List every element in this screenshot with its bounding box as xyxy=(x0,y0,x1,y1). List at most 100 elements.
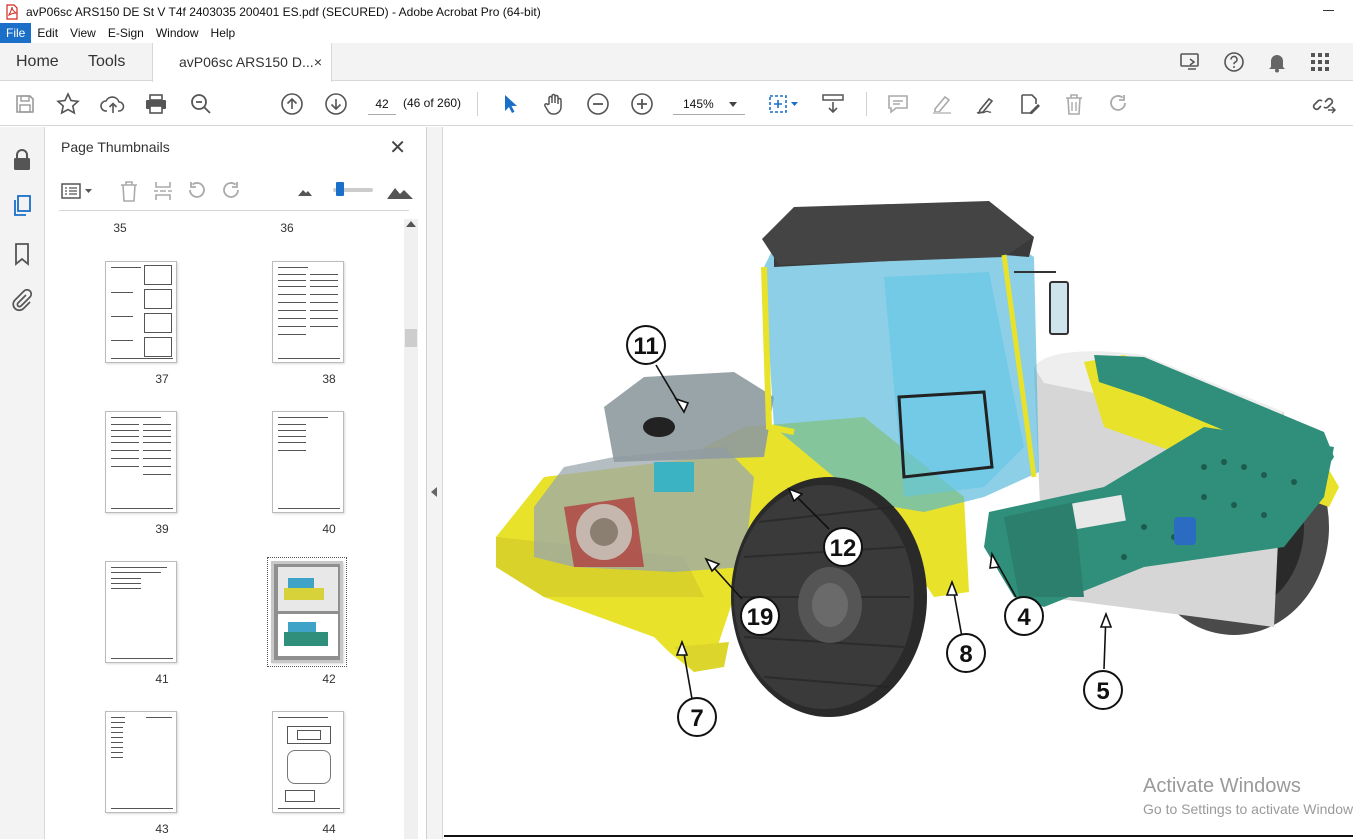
highlight-pen-icon[interactable] xyxy=(929,91,955,117)
callout-label: 7 xyxy=(690,705,703,732)
menu-help[interactable]: Help xyxy=(205,23,242,43)
scroll-up-arrow-icon[interactable] xyxy=(406,221,416,227)
scrollbar-thumb[interactable] xyxy=(405,329,417,347)
apps-grid-icon[interactable] xyxy=(1307,49,1333,75)
thumbnail-page-40[interactable]: 40 xyxy=(247,411,367,561)
share-link-icon[interactable] xyxy=(1311,91,1337,117)
thumbnail-image xyxy=(105,411,177,513)
tab-document[interactable]: avP06sc ARS150 D... × xyxy=(152,43,332,82)
thumbnail-page-37[interactable]: 37 xyxy=(80,261,200,411)
left-navigation-rail xyxy=(0,127,45,839)
callout-label: 12 xyxy=(830,535,857,562)
select-cursor-icon[interactable] xyxy=(497,91,523,117)
menu-view[interactable]: View xyxy=(64,23,102,43)
slider-knob[interactable] xyxy=(336,182,344,196)
thumbnail-options-menu-icon[interactable] xyxy=(59,179,95,203)
thumbnail-page-41[interactable]: 41 xyxy=(80,561,200,711)
callout-label: 11 xyxy=(633,333,658,360)
windows-activation-watermark-title: Activate Windows xyxy=(1143,775,1301,797)
tab-document-label: avP06sc ARS150 D... xyxy=(179,54,314,70)
rotate-right-icon[interactable] xyxy=(219,179,243,203)
thumbnail-label: 43 xyxy=(155,822,169,836)
delete-trash-icon[interactable] xyxy=(1061,91,1087,117)
zoom-in-icon[interactable] xyxy=(629,91,655,117)
thumbnail-image xyxy=(272,711,344,813)
upload-cloud-icon[interactable] xyxy=(100,91,126,117)
edit-pdf-icon[interactable] xyxy=(1017,91,1043,117)
main-toolbar: 42 (46 of 260) 145% xyxy=(0,82,1353,126)
thumbnail-toolbar xyxy=(59,175,413,211)
callout-label: 4 xyxy=(1017,604,1031,631)
callout-label: 19 xyxy=(747,604,774,631)
thumbnail-label: 36 xyxy=(280,221,294,235)
delete-pages-icon[interactable] xyxy=(117,179,141,203)
help-icon[interactable] xyxy=(1221,49,1247,75)
thumbnail-page-43[interactable]: 43 xyxy=(80,711,200,839)
zoom-level-dropdown[interactable]: 145% xyxy=(673,93,745,115)
redo-icon[interactable] xyxy=(1105,91,1131,117)
thumbnail-size-large-icon[interactable] xyxy=(385,179,415,203)
tab-tools[interactable]: Tools xyxy=(88,43,125,81)
thumbnail-scrollbar[interactable] xyxy=(404,219,418,839)
thumbnail-page-44[interactable]: 44 xyxy=(247,711,367,839)
page-number-input[interactable]: 42 xyxy=(368,93,396,115)
thumbnail-label: 39 xyxy=(155,522,169,536)
previous-page-icon[interactable] xyxy=(279,91,305,117)
tab-bar: Home Tools avP06sc ARS150 D... × xyxy=(0,43,1353,82)
thumbnail-image xyxy=(105,711,177,813)
zoom-out-icon[interactable] xyxy=(585,91,611,117)
bookmarks-icon[interactable] xyxy=(9,241,35,267)
bookmark-star-icon[interactable] xyxy=(55,91,81,117)
zoom-level-value: 145% xyxy=(683,97,714,111)
next-page-icon[interactable] xyxy=(323,91,349,117)
close-tab-icon[interactable]: × xyxy=(314,43,322,81)
lock-icon[interactable] xyxy=(9,147,35,173)
thumbnail-page-35[interactable]: 35 xyxy=(59,215,179,235)
thumbnail-image xyxy=(267,557,347,667)
minimize-button[interactable] xyxy=(1323,4,1335,16)
collapse-arrow-icon[interactable] xyxy=(431,487,437,497)
thumbnail-label: 44 xyxy=(322,822,336,836)
thumbnail-page-39[interactable]: 39 xyxy=(80,411,200,561)
thumbnail-image xyxy=(272,411,344,513)
draw-sign-icon[interactable] xyxy=(973,91,999,117)
thumbnail-page-42-selected[interactable]: 42 xyxy=(247,557,367,711)
notification-bell-icon[interactable] xyxy=(1264,49,1290,75)
thumbnail-size-slider[interactable] xyxy=(333,182,373,196)
thumbnail-page-36[interactable]: 36 xyxy=(226,215,346,235)
hand-tool-icon[interactable] xyxy=(541,91,567,117)
menu-edit[interactable]: Edit xyxy=(31,23,64,43)
thumbnail-list: 35 36 37 38 39 40 41 42 43 44 xyxy=(59,215,402,839)
callout-label: 5 xyxy=(1096,678,1109,705)
print-icon[interactable] xyxy=(143,91,169,117)
thumbnail-label: 42 xyxy=(322,672,336,686)
thumbnail-size-small-icon[interactable] xyxy=(293,179,317,203)
page-thumbnails-icon[interactable] xyxy=(9,193,35,219)
tab-home[interactable]: Home xyxy=(16,43,59,81)
menu-esign[interactable]: E-Sign xyxy=(102,23,150,43)
share-screen-icon[interactable] xyxy=(1178,49,1204,75)
document-viewer[interactable]: 11 12 19 7 8 4 5 Activate Windows Go to … xyxy=(444,127,1353,839)
scroll-mode-icon[interactable] xyxy=(820,91,846,117)
window-title: avP06sc ARS150 DE St V T4f 2403035 20040… xyxy=(26,4,541,19)
roller-compactor-figure: 11 12 19 7 8 4 5 xyxy=(496,201,1339,737)
comment-icon[interactable] xyxy=(885,91,911,117)
windows-activation-watermark-text: Go to Settings to activate Windows. xyxy=(1143,801,1353,817)
panel-collapse-bar[interactable] xyxy=(427,127,443,839)
thumbnail-label: 38 xyxy=(322,372,336,386)
split-pages-icon[interactable] xyxy=(151,179,175,203)
page-count-label: (46 of 260) xyxy=(403,96,462,110)
menu-bar: File Edit View E-Sign Window Help xyxy=(0,23,1353,43)
menu-window[interactable]: Window xyxy=(150,23,205,43)
rotate-left-icon[interactable] xyxy=(185,179,209,203)
thumbnail-page-38[interactable]: 38 xyxy=(247,261,367,411)
thumbnail-label: 35 xyxy=(113,221,127,235)
fit-page-icon[interactable] xyxy=(764,91,802,117)
thumbnail-label: 37 xyxy=(155,372,169,386)
attachments-paperclip-icon[interactable] xyxy=(9,287,35,313)
close-panel-icon[interactable]: ✕ xyxy=(389,135,406,160)
menu-file[interactable]: File xyxy=(0,23,32,43)
toolbar-divider xyxy=(477,92,478,116)
zoom-search-icon[interactable] xyxy=(188,91,214,117)
save-icon[interactable] xyxy=(12,91,38,117)
